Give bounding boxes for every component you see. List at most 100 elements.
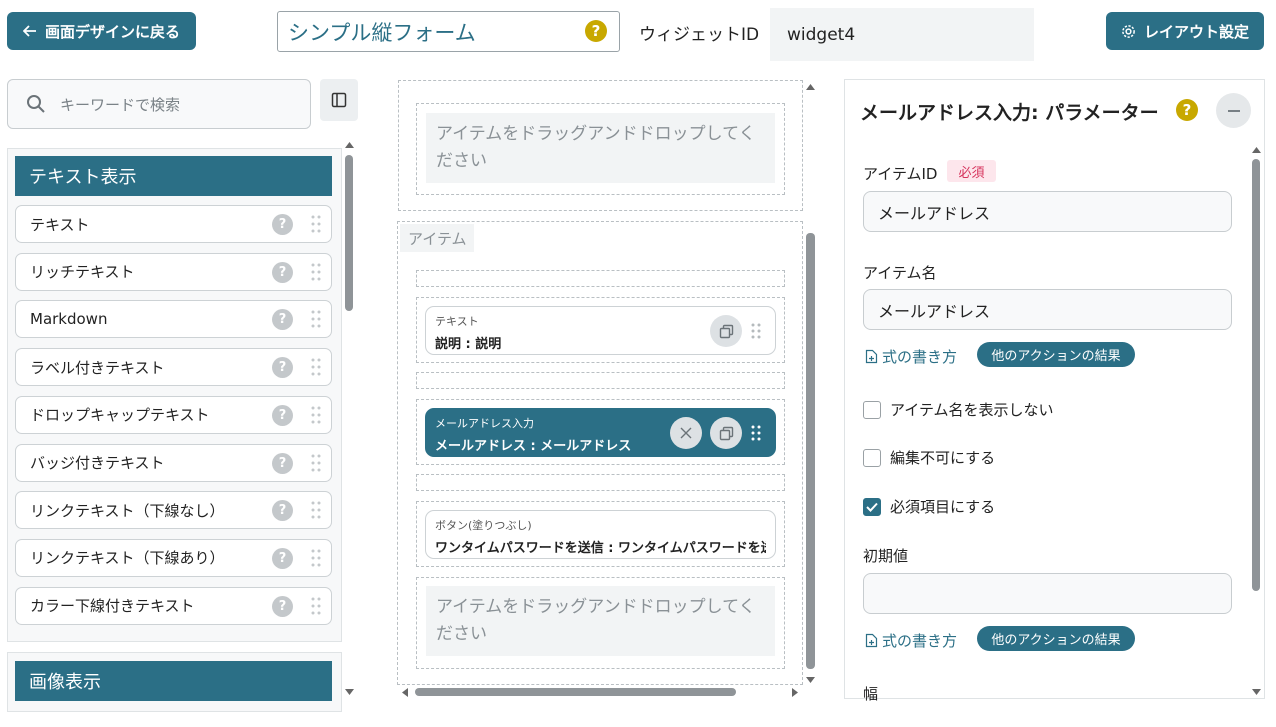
checkbox-unchecked[interactable] <box>863 448 881 467</box>
palette-item-label: リンクテキスト（下線あり） <box>30 549 225 568</box>
close-icon <box>680 427 692 439</box>
palette-item-label: バッジ付きテキスト <box>30 454 165 472</box>
canvas-scroll-thumb[interactable] <box>806 233 815 669</box>
drag-handle-icon[interactable] <box>311 454 321 472</box>
help-icon[interactable]: ? <box>585 20 607 42</box>
palette-item[interactable]: ラベル付きテキスト? <box>15 348 332 387</box>
required-badge: 必須 <box>947 160 996 182</box>
palette-item-label: ラベル付きテキスト <box>30 358 165 377</box>
palette-item[interactable]: カラー下線付きテキスト? <box>15 586 332 625</box>
drag-handle-icon[interactable] <box>311 263 321 281</box>
canvas-vertical-scrollbar[interactable] <box>805 80 816 688</box>
layout-settings-button[interactable]: レイアウト設定 <box>1106 12 1264 50</box>
palette-item[interactable]: Markdown? <box>15 300 332 339</box>
parameter-scrollbar[interactable] <box>1251 145 1262 698</box>
help-icon[interactable]: ? <box>272 309 293 331</box>
initial-value-label: 初期値 <box>863 547 909 565</box>
canvas-card-text[interactable]: テキスト 説明 : 説明 <box>425 306 776 355</box>
palette-item-label: リッチテキスト <box>30 263 135 282</box>
other-action-result-button[interactable]: 他のアクションの結果 <box>977 626 1135 651</box>
item-name-input[interactable]: メールアドレス <box>863 289 1232 330</box>
item-section-label: アイテム <box>400 224 474 252</box>
help-icon[interactable]: ? <box>272 547 293 569</box>
formula-link-label: 式の書き方 <box>882 632 958 650</box>
scroll-up-icon[interactable] <box>344 140 355 150</box>
scroll-left-icon[interactable] <box>400 687 410 698</box>
item-id-input[interactable]: メールアドレス <box>863 191 1232 232</box>
palette-item-label: ドロップキャップテキスト <box>30 406 210 425</box>
canvas-hscroll-thumb[interactable] <box>415 688 736 696</box>
palette-item-label: カラー下線付きテキスト <box>30 597 195 616</box>
canvas-card-email-input-selected[interactable]: メールアドレス入力 メールアドレス : メールアドレス <box>425 408 776 457</box>
drag-handle-icon[interactable] <box>751 323 761 339</box>
drag-handle-icon[interactable] <box>311 215 321 233</box>
other-action-result-button[interactable]: 他のアクションの結果 <box>977 342 1135 367</box>
copy-button[interactable] <box>710 315 742 347</box>
drag-handle-icon[interactable] <box>311 406 321 424</box>
checkbox-unchecked[interactable] <box>863 400 881 419</box>
canvas-horizontal-scrollbar[interactable] <box>398 686 803 698</box>
sidebar-toggle-button[interactable] <box>320 79 358 121</box>
widget-id-field[interactable]: widget4 <box>770 8 1034 61</box>
scroll-right-icon[interactable] <box>790 687 800 698</box>
drop-slot[interactable] <box>416 372 785 389</box>
help-icon[interactable]: ? <box>272 404 293 426</box>
palette-item[interactable]: ドロップキャップテキスト? <box>15 395 332 434</box>
palette-scroll-thumb[interactable] <box>345 155 353 311</box>
drag-handle-icon[interactable] <box>751 425 761 441</box>
help-icon[interactable]: ? <box>272 357 293 379</box>
copy-icon <box>719 426 733 440</box>
initial-value-input[interactable] <box>863 573 1232 614</box>
drag-handle-icon[interactable] <box>311 310 321 328</box>
palette-scrollbar[interactable] <box>344 140 355 698</box>
checkbox-checked[interactable] <box>863 497 881 516</box>
palette-item[interactable]: テキスト? <box>15 205 332 243</box>
scroll-down-icon[interactable] <box>1251 687 1262 697</box>
canvas-card-button[interactable]: ボタン(塗りつぶし) ワンタイムパスワードを送信 : ワンタイムパスワードを送信 <box>425 510 776 559</box>
drag-handle-icon[interactable] <box>311 501 321 519</box>
scroll-down-icon[interactable] <box>805 675 816 685</box>
sidebar-icon <box>331 92 347 108</box>
form-title-text: シンプル縦フォーム <box>288 20 476 45</box>
copy-button[interactable] <box>710 417 742 449</box>
back-to-screen-design-button[interactable]: 画面デザインに戻る <box>7 12 196 50</box>
help-icon[interactable]: ? <box>272 214 293 235</box>
drop-slot[interactable] <box>416 474 785 491</box>
hide-item-name-checkbox[interactable]: アイテム名を表示しない <box>863 399 1054 420</box>
remove-button[interactable] <box>670 417 702 449</box>
drag-handle-icon[interactable] <box>311 358 321 376</box>
drag-handle-icon[interactable] <box>311 549 321 567</box>
palette-item[interactable]: リンクテキスト（下線なし）? <box>15 491 332 530</box>
palette-item[interactable]: リッチテキスト? <box>15 252 332 291</box>
drop-slot[interactable] <box>416 270 785 287</box>
palette-item-label: テキスト <box>30 215 90 234</box>
card-type: ボタン(塗りつぶし) <box>435 519 532 532</box>
required-checkbox[interactable]: 必須項目にする <box>863 496 995 517</box>
scroll-down-icon[interactable] <box>344 687 355 697</box>
palette-item-label: Markdown <box>30 310 108 329</box>
parameter-scroll-thumb[interactable] <box>1252 159 1260 591</box>
help-icon[interactable]: ? <box>272 261 293 283</box>
scroll-up-icon[interactable] <box>805 82 816 92</box>
item-name-value: メールアドレス <box>878 301 991 321</box>
help-icon[interactable]: ? <box>272 500 293 522</box>
drag-handle-icon[interactable] <box>311 597 321 615</box>
help-icon[interactable]: ? <box>1176 99 1198 121</box>
palette-item[interactable]: リンクテキスト（下線あり）? <box>15 538 332 577</box>
search-placeholder: キーワードで検索 <box>60 95 181 114</box>
card-summary: ワンタイムパスワードを送信 : ワンタイムパスワードを送信 <box>435 541 766 556</box>
search-icon <box>27 95 45 113</box>
read-only-checkbox[interactable]: 編集不可にする <box>863 447 995 468</box>
form-title-input[interactable]: シンプル縦フォーム ? <box>277 11 620 52</box>
scroll-up-icon[interactable] <box>1251 145 1262 155</box>
help-icon[interactable]: ? <box>272 595 293 617</box>
palette-item[interactable]: バッジ付きテキスト? <box>15 443 332 482</box>
parameter-panel-title: メールアドレス入力: パラメーター <box>860 102 1159 124</box>
arrow-left-icon <box>22 25 36 37</box>
formula-help-link[interactable]: 式の書き方 <box>865 630 957 651</box>
item-name-label: アイテム名 <box>863 264 937 282</box>
keyword-search-input[interactable]: キーワードで検索 <box>7 79 311 129</box>
formula-help-link[interactable]: 式の書き方 <box>865 346 957 367</box>
help-icon[interactable]: ? <box>272 452 293 474</box>
collapse-panel-button[interactable] <box>1216 93 1251 128</box>
